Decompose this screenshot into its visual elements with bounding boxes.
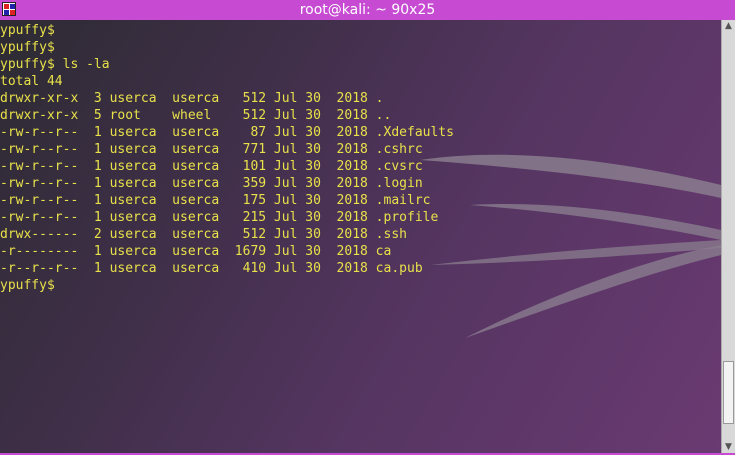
terminal-app-icon[interactable] <box>2 2 16 16</box>
terminal-line: ypuffy$ <box>0 40 55 55</box>
terminal-output: ypuffy$ ypuffy$ ypuffy$ ls -la total 44 drwx… <box>0 22 454 294</box>
title-bar[interactable]: root@kali: ~ 90x25 <box>0 0 735 20</box>
terminal-line: -rw-r--r-- 1 userca userca 175 Jul 30 20… <box>0 193 431 208</box>
terminal-line: -rw-r--r-- 1 userca userca 215 Jul 30 20… <box>0 210 439 225</box>
scroll-thumb[interactable] <box>723 360 734 424</box>
terminal-line: total 44 <box>0 74 63 89</box>
terminal-line: -r-------- 1 userca userca 1679 Jul 30 2… <box>0 244 392 259</box>
terminal-window: root@kali: ~ 90x25 ypuffy$ ypuffy$ ypuffy$… <box>0 0 735 455</box>
terminal-line: -r--r--r-- 1 userca userca 410 Jul 30 20… <box>0 261 423 276</box>
terminal-area[interactable]: ypuffy$ ypuffy$ ypuffy$ ls -la total 44 drwx… <box>0 20 721 453</box>
window-title: root@kali: ~ 90x25 <box>299 2 436 18</box>
terminal-line: -rw-r--r-- 1 userca userca 359 Jul 30 20… <box>0 176 423 191</box>
scroll-up-arrow-icon[interactable]: ▲ <box>722 20 735 32</box>
scrollbar[interactable]: ▲ ▼ <box>721 20 735 453</box>
terminal-line: drwxr-xr-x 3 userca userca 512 Jul 30 20… <box>0 91 384 106</box>
terminal-line: -rw-r--r-- 1 userca userca 101 Jul 30 20… <box>0 159 423 174</box>
terminal-line: drwxr-xr-x 5 root wheel 512 Jul 30 2018 … <box>0 108 392 123</box>
terminal-line: ypuffy$ <box>0 278 55 293</box>
terminal-line: ypuffy$ <box>0 23 55 38</box>
terminal-line: drwx------ 2 userca userca 512 Jul 30 20… <box>0 227 407 242</box>
terminal-line: ypuffy$ ls -la <box>0 57 110 72</box>
scroll-down-arrow-icon[interactable]: ▼ <box>722 441 735 453</box>
terminal-line: -rw-r--r-- 1 userca userca 87 Jul 30 201… <box>0 125 454 140</box>
terminal-line: -rw-r--r-- 1 userca userca 771 Jul 30 20… <box>0 142 423 157</box>
